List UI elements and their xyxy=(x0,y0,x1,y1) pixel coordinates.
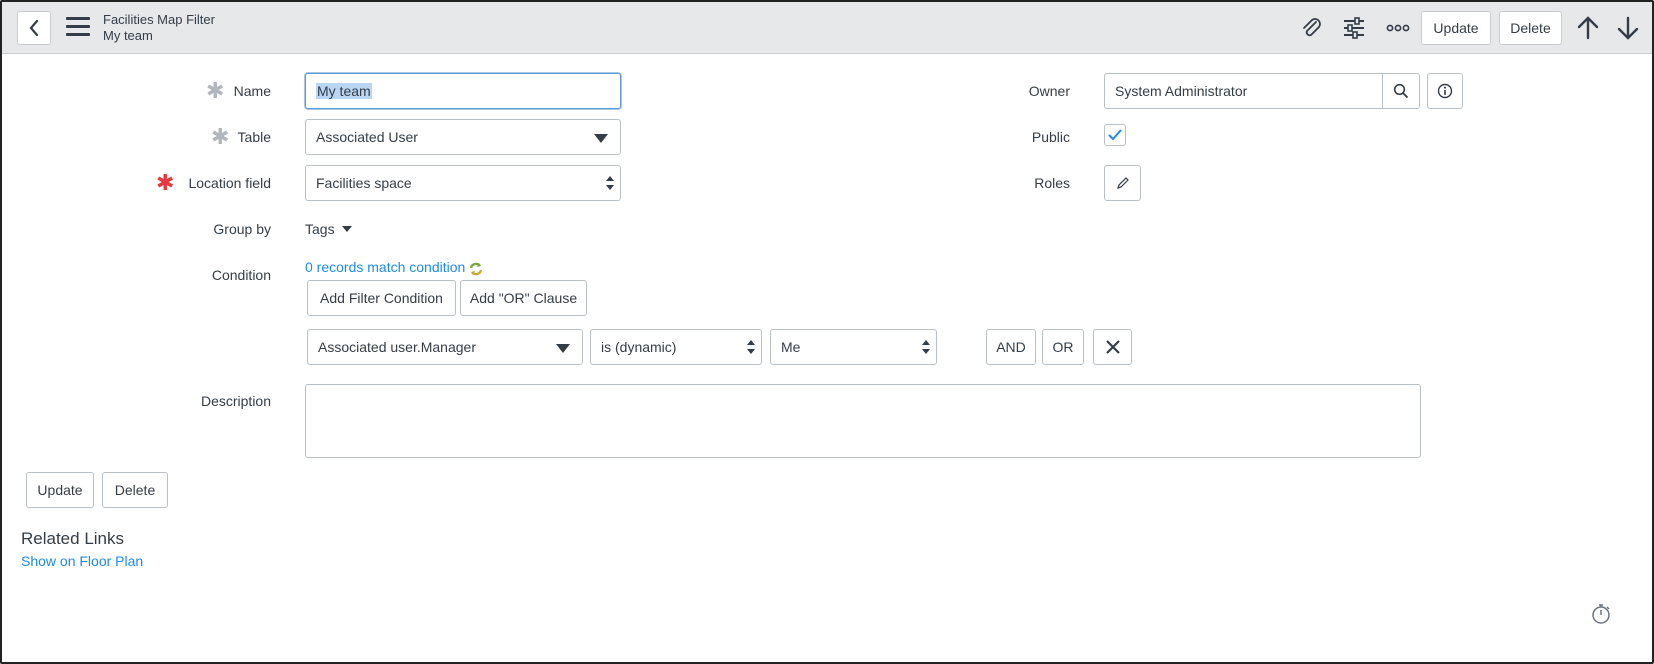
description-textarea[interactable] xyxy=(305,384,1421,458)
required-indicator-icon: ✱ xyxy=(211,124,230,149)
owner-value: System Administrator xyxy=(1115,83,1248,99)
group-by-label: Group by xyxy=(213,221,271,237)
and-button[interactable]: AND xyxy=(986,329,1036,365)
hamburger-menu-icon[interactable] xyxy=(66,17,90,37)
table-select[interactable]: Associated User xyxy=(305,119,621,155)
more-options-icon[interactable] xyxy=(1386,16,1410,40)
table-label: Table xyxy=(237,129,271,145)
select-arrows-icon xyxy=(606,176,614,192)
caret-down-icon xyxy=(341,226,352,232)
footer-update-button[interactable]: Update xyxy=(26,472,94,508)
footer-delete-button[interactable]: Delete xyxy=(102,472,168,508)
dropdown-caret-icon xyxy=(594,134,608,143)
edit-roles-button[interactable] xyxy=(1104,165,1141,201)
related-links-heading: Related Links xyxy=(21,529,125,548)
scrollbar[interactable] xyxy=(1640,56,1650,662)
condition-value-value: Me xyxy=(781,339,801,355)
select-arrows-icon xyxy=(922,340,930,356)
public-checkbox[interactable] xyxy=(1104,124,1126,146)
arrow-down-icon[interactable] xyxy=(1616,16,1640,40)
condition-field-value: Associated user.Manager xyxy=(318,339,476,355)
group-by-value: Tags xyxy=(305,221,335,237)
required-indicator-icon: ✱ xyxy=(156,170,175,195)
select-arrows-icon xyxy=(747,340,755,356)
pencil-icon xyxy=(1116,177,1129,189)
owner-lookup-button[interactable] xyxy=(1382,73,1420,109)
condition-label: Condition xyxy=(211,267,271,283)
table-value: Associated User xyxy=(316,129,418,145)
close-icon xyxy=(1105,340,1120,354)
search-icon xyxy=(1393,83,1409,99)
info-icon xyxy=(1437,83,1453,99)
dropdown-caret-icon xyxy=(556,344,570,353)
paperclip-icon[interactable] xyxy=(1299,16,1323,40)
public-label: Public xyxy=(1031,129,1070,145)
group-by-dropdown[interactable]: Tags xyxy=(305,221,352,237)
owner-label: Owner xyxy=(1028,83,1070,99)
stopwatch-icon[interactable] xyxy=(1590,602,1612,626)
refresh-icon[interactable] xyxy=(468,261,484,277)
name-label: Name xyxy=(233,83,271,99)
name-value: My team xyxy=(316,83,372,99)
page-title: Facilities Map Filter xyxy=(103,12,215,27)
add-or-clause-button[interactable]: Add "OR" Clause xyxy=(460,280,587,316)
remove-condition-button[interactable] xyxy=(1093,329,1132,365)
arrow-up-icon[interactable] xyxy=(1576,16,1600,40)
condition-operator-value: is (dynamic) xyxy=(601,339,677,355)
records-match-link[interactable]: 0 records match condition xyxy=(305,259,465,275)
owner-input[interactable]: System Administrator xyxy=(1104,73,1383,109)
checkmark-icon xyxy=(1108,129,1122,141)
header-update-button[interactable]: Update xyxy=(1421,11,1491,45)
back-button[interactable] xyxy=(17,11,51,45)
header-delete-button[interactable]: Delete xyxy=(1499,11,1562,45)
add-filter-condition-button[interactable]: Add Filter Condition xyxy=(307,280,456,316)
location-field-label: Location field xyxy=(188,175,271,191)
description-label: Description xyxy=(200,393,271,409)
location-field-select[interactable]: Facilities space xyxy=(305,165,621,201)
owner-info-button[interactable] xyxy=(1427,73,1463,109)
roles-label: Roles xyxy=(1034,175,1070,191)
name-input[interactable]: My team xyxy=(305,73,621,109)
condition-field-select[interactable]: Associated user.Manager xyxy=(307,329,583,365)
form-header: Facilities Map Filter My team Update Del… xyxy=(2,2,1652,54)
condition-operator-select[interactable]: is (dynamic) xyxy=(590,329,762,365)
or-button[interactable]: OR xyxy=(1042,329,1084,365)
settings-sliders-icon[interactable] xyxy=(1342,16,1366,40)
show-on-floor-plan-link[interactable]: Show on Floor Plan xyxy=(21,553,143,569)
header-title-block: Facilities Map Filter My team xyxy=(103,12,215,44)
location-field-value: Facilities space xyxy=(316,175,412,191)
condition-value-select[interactable]: Me xyxy=(770,329,937,365)
form-window: Facilities Map Filter My team Update Del… xyxy=(0,0,1654,664)
chevron-left-icon xyxy=(29,19,39,37)
record-subtitle: My team xyxy=(103,28,153,43)
